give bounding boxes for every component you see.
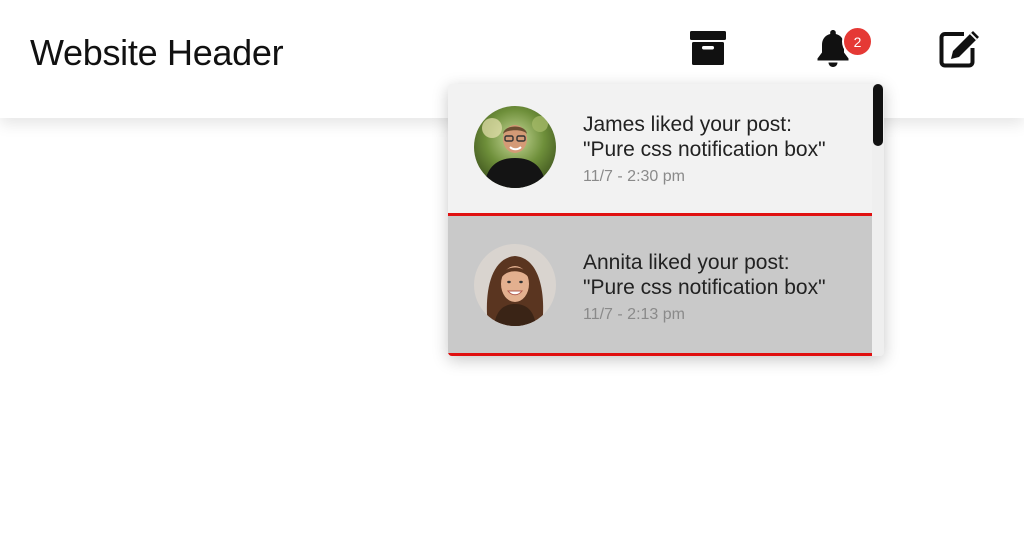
notification-count-badge: 2: [842, 26, 873, 57]
notification-message: Annita liked your post:: [583, 251, 790, 274]
edit-icon: [938, 28, 982, 68]
page-title: Website Header: [30, 32, 284, 73]
notification-post-title: "Pure css notification box": [583, 138, 826, 161]
avatar: [474, 106, 556, 188]
notification-message: James liked your post:: [583, 113, 792, 136]
notification-time: 11/7 - 2:30 pm: [583, 168, 685, 185]
notification-time: 11/7 - 2:13 pm: [583, 306, 685, 323]
archive-button[interactable]: [686, 26, 730, 70]
notification-post-title: "Pure css notification box": [583, 276, 826, 299]
archive-icon: [689, 30, 727, 66]
notification-item[interactable]: James liked your post: "Pure css notific…: [448, 84, 872, 216]
notifications-dropdown: James liked your post: "Pure css notific…: [448, 84, 884, 356]
avatar: [474, 244, 556, 326]
compose-button[interactable]: [938, 26, 982, 70]
notification-item[interactable]: Annita liked your post: "Pure css notifi…: [448, 216, 872, 356]
dropdown-scrollbar[interactable]: [872, 84, 884, 356]
scrollbar-thumb[interactable]: [873, 84, 883, 146]
